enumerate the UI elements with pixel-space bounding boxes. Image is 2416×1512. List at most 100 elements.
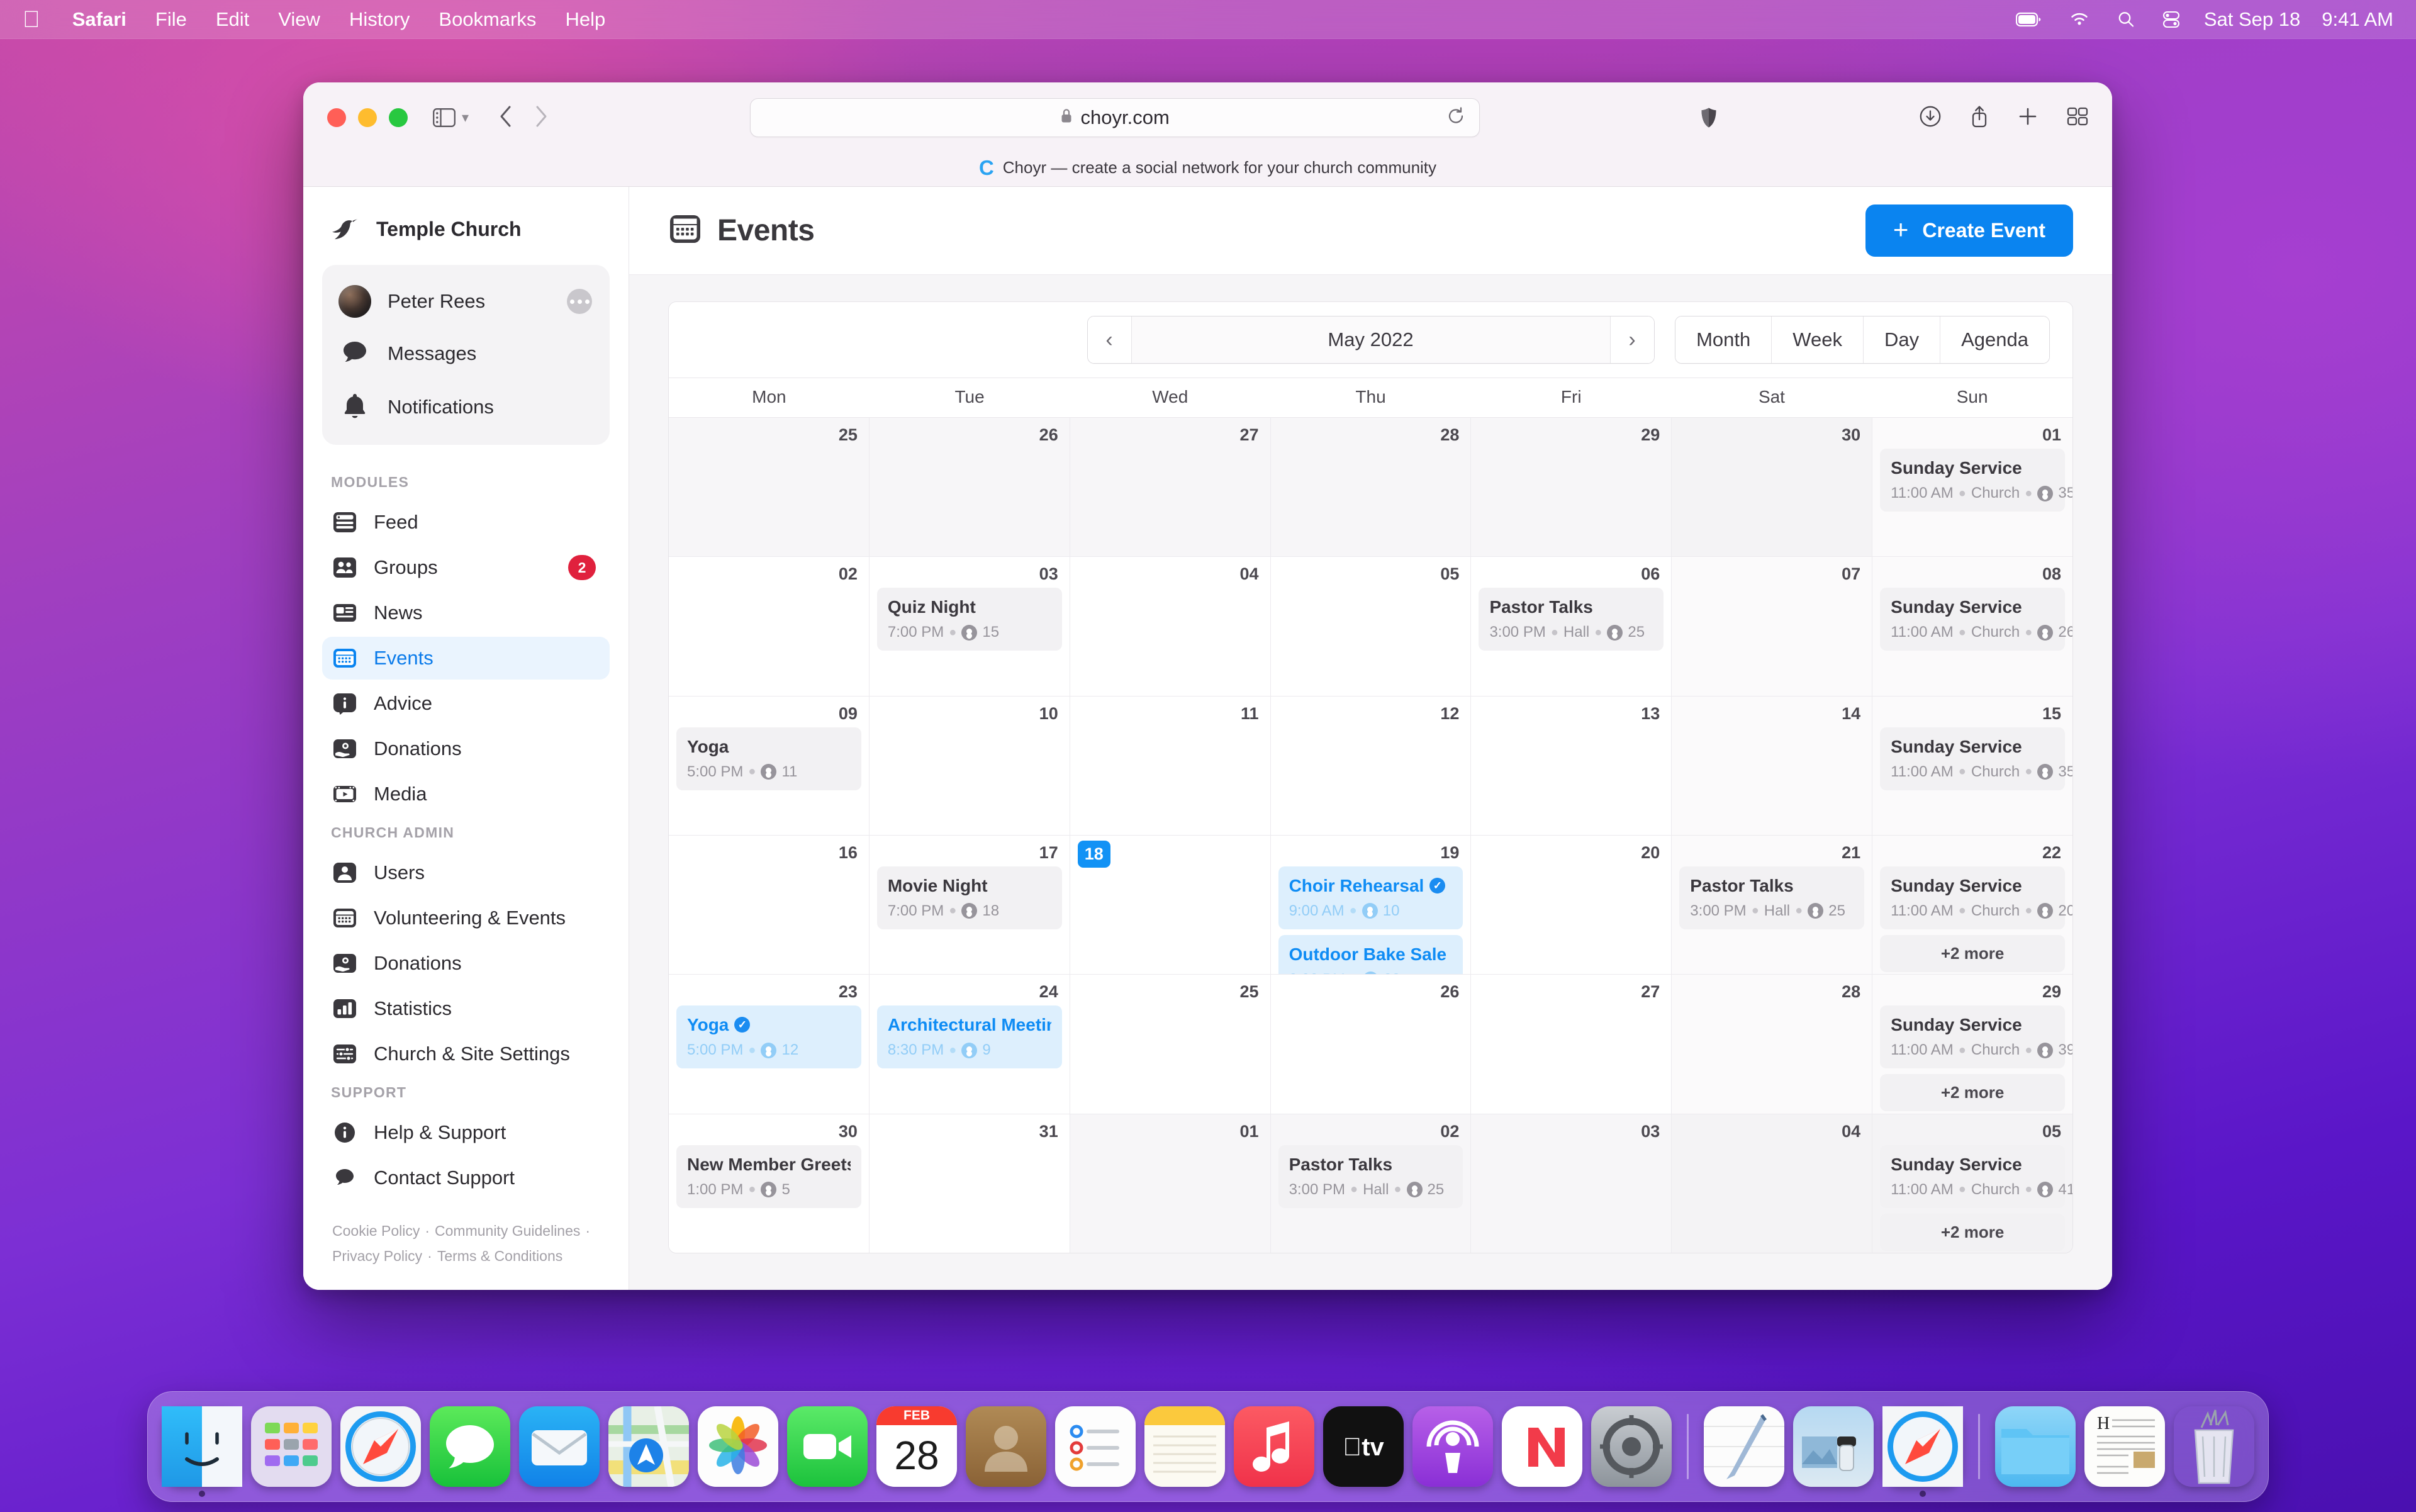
active-tab[interactable]: C Choyr — create a social network for yo… [303, 153, 2112, 186]
link-terms-conditions[interactable]: Terms & Conditions [437, 1248, 562, 1264]
menu-item-file[interactable]: File [141, 0, 201, 39]
calendar-day-cell[interactable]: 01 [1070, 1114, 1271, 1253]
sidebar-item-groups[interactable]: Groups 2 [322, 546, 610, 589]
calendar-day-cell[interactable]: 31 [869, 1114, 1070, 1253]
calendar-day-cell[interactable]: 24 Architectural Meeting✓ 8:30 PM ● 9 [869, 975, 1070, 1114]
calendar-period-label[interactable]: May 2022 [1131, 316, 1610, 363]
sidebar-item-events[interactable]: Events [322, 637, 610, 680]
calendar-event[interactable]: Sunday Service 11:00 AM ● Church ● 35 [1880, 449, 2072, 512]
calendar-event[interactable]: Choir Rehearsal ✓ 9:00 AM ● 10 [1278, 866, 1463, 929]
calendar-day-cell[interactable]: 16 [669, 835, 870, 975]
create-event-button[interactable]: + Create Event [1865, 204, 2073, 257]
calendar-day-cell[interactable]: 21 Pastor Talks 3:00 PM ● Hall ● 25 [1672, 835, 1873, 975]
calendar-day-cell[interactable]: 26 [869, 418, 1070, 557]
calendar-day-cell[interactable]: 22 Sunday Service 11:00 AM ● Church ● 20 +2 mor… [1872, 835, 2072, 975]
control-center-icon[interactable] [2149, 10, 2194, 29]
calendar-event[interactable]: Pastor Talks 3:00 PM ● Hall ● 25 [1278, 1145, 1463, 1208]
dock-icon-calendar[interactable]: FEB 28 [876, 1406, 957, 1487]
calendar-day-cell[interactable]: 04 [1672, 1114, 1873, 1253]
link-cookie-policy[interactable]: Cookie Policy [332, 1223, 420, 1239]
calendar-day-cell[interactable]: 06 Pastor Talks 3:00 PM ● Hall ● 25 [1471, 557, 1672, 696]
chevron-right-icon[interactable]: › [1609, 316, 1654, 363]
calendar-day-cell[interactable]: 15 Sunday Service 11:00 AM ● Church ● 35 [1872, 696, 2072, 835]
sidebar-item-feed[interactable]: Feed [322, 501, 610, 544]
search-icon[interactable] [2103, 10, 2149, 29]
view-tab-week[interactable]: Week [1771, 316, 1863, 363]
share-icon[interactable] [1970, 105, 1989, 131]
calendar-day-cell[interactable]: 05 [1270, 557, 1472, 696]
calendar-day-cell[interactable]: 25 [1070, 975, 1271, 1114]
calendar-day-cell[interactable]: 07 [1672, 557, 1873, 696]
user-profile-row[interactable]: Peter Rees [322, 276, 610, 327]
view-tab-month[interactable]: Month [1675, 316, 1772, 363]
battery-icon[interactable] [2003, 12, 2055, 27]
tab-overview-icon[interactable] [2067, 106, 2088, 130]
dock-icon-reminders[interactable] [1055, 1406, 1136, 1487]
menu-item-help[interactable]: Help [551, 0, 620, 39]
dock-icon-system-preferences[interactable] [1591, 1406, 1672, 1487]
calendar-day-cell[interactable]: 28 [1672, 975, 1873, 1114]
calendar-day-cell[interactable]: 09 Yoga 5:00 PM ● 11 [669, 696, 870, 835]
chevron-left-icon[interactable]: ‹ [1087, 316, 1132, 363]
calendar-event[interactable]: Outdoor Bake Sale✓ 2:00 PM ● 38 [1278, 934, 1463, 975]
calendar-event[interactable]: New Member Greets 1:00 PM ● 5 [676, 1145, 861, 1208]
sidebar-item-media[interactable]: Media [322, 773, 610, 815]
sidebar-item-messages[interactable]: Messages [322, 327, 610, 380]
calendar-day-cell[interactable]: 29 Sunday Service 11:00 AM ● Church ● 39 +2 mor… [1872, 975, 2072, 1114]
dock-icon-downloads-folder[interactable] [1995, 1406, 2076, 1487]
calendar-day-cell[interactable]: 12 [1270, 696, 1472, 835]
brand-header[interactable]: Temple Church [322, 187, 610, 265]
sidebar-item-help-support[interactable]: Help & Support [322, 1111, 610, 1154]
calendar-day-cell[interactable]: 27 [1471, 975, 1672, 1114]
dock-icon-freeform[interactable] [1704, 1406, 1784, 1487]
more-events-link[interactable]: +2 more [1880, 1213, 2066, 1251]
calendar-day-cell[interactable]: 19 Choir Rehearsal ✓ 9:00 AM ● 10 Outdoor Bake… [1270, 835, 1472, 975]
link-community-guidelines[interactable]: Community Guidelines [435, 1223, 580, 1239]
dock-icon-preview[interactable] [1793, 1406, 1874, 1487]
calendar-day-cell[interactable]: 05 Sunday Service 11:00 AM ● Church ● 41 +2 mor… [1872, 1114, 2072, 1253]
calendar-event[interactable]: Sunday Service 11:00 AM ● Church ● 26 [1880, 588, 2072, 651]
calendar-event[interactable]: Sunday Service 11:00 AM ● Church ● 20 [1880, 866, 2072, 929]
calendar-day-cell[interactable]: 28 [1270, 418, 1472, 557]
dock-icon-photos[interactable] [698, 1406, 778, 1487]
calendar-day-cell[interactable]: 25 [669, 418, 870, 557]
menu-bar-time[interactable]: 9:41 AM [2312, 8, 2393, 31]
more-events-link[interactable]: +2 more [1880, 934, 2066, 972]
calendar-event[interactable]: Yoga 5:00 PM ● 11 [676, 727, 861, 790]
sidebar-item-advice[interactable]: Advice [322, 682, 610, 725]
menu-item-safari[interactable]: Safari [58, 0, 141, 39]
dock-icon-maps[interactable] [608, 1406, 689, 1487]
calendar-day-cell[interactable]: 17 Movie Night 7:00 PM ● 18 [869, 835, 1070, 975]
more-events-link[interactable]: +2 more [1880, 1074, 2066, 1112]
calendar-day-cell[interactable]: 11 [1070, 696, 1271, 835]
menu-item-bookmarks[interactable]: Bookmarks [424, 0, 551, 39]
calendar-day-cell[interactable]: 03 Quiz Night 7:00 PM ● 15 [869, 557, 1070, 696]
sidebar-item-contact-support[interactable]: Contact Support [322, 1156, 610, 1199]
calendar-day-cell[interactable]: 29 [1471, 418, 1672, 557]
calendar-day-cell[interactable]: 13 [1471, 696, 1672, 835]
calendar-day-cell[interactable]: 26 [1270, 975, 1472, 1114]
dock-icon-music[interactable] [1234, 1406, 1314, 1487]
menu-item-edit[interactable]: Edit [201, 0, 264, 39]
maximize-window-button[interactable] [389, 108, 408, 127]
minimize-window-button[interactable] [358, 108, 377, 127]
calendar-event[interactable]: Pastor Talks 3:00 PM ● Hall ● 25 [1479, 588, 1664, 651]
menu-item-view[interactable]: View [264, 0, 335, 39]
back-arrow-icon[interactable] [499, 105, 513, 131]
calendar-day-cell[interactable]: 14 [1672, 696, 1873, 835]
menu-bar-date[interactable]: Sat Sep 18 [2194, 8, 2312, 31]
calendar-day-cell[interactable]: 30 New Member Greets 1:00 PM ● 5 [669, 1114, 870, 1253]
ellipsis-icon[interactable] [567, 289, 592, 314]
dock-icon-appletv[interactable]: tv [1323, 1406, 1404, 1487]
calendar-day-cell[interactable]: 02 [669, 557, 870, 696]
dock-icon-mail[interactable] [519, 1406, 600, 1487]
calendar-event[interactable]: Sunday Service 11:00 AM ● Church ● 41 [1880, 1145, 2072, 1208]
dock-icon-notes[interactable] [1144, 1406, 1225, 1487]
calendar-day-cell[interactable]: 02 Pastor Talks 3:00 PM ● Hall ● 25 [1270, 1114, 1472, 1253]
calendar-day-cell[interactable]: 03 [1471, 1114, 1672, 1253]
view-tab-day[interactable]: Day [1862, 316, 1940, 363]
dock-icon-launchpad[interactable] [251, 1406, 332, 1487]
reload-icon[interactable] [1446, 107, 1465, 129]
sidebar-item-donations[interactable]: Donations [322, 727, 610, 770]
calendar-event[interactable]: Yoga ✓ 5:00 PM ● 12 [676, 1005, 861, 1069]
